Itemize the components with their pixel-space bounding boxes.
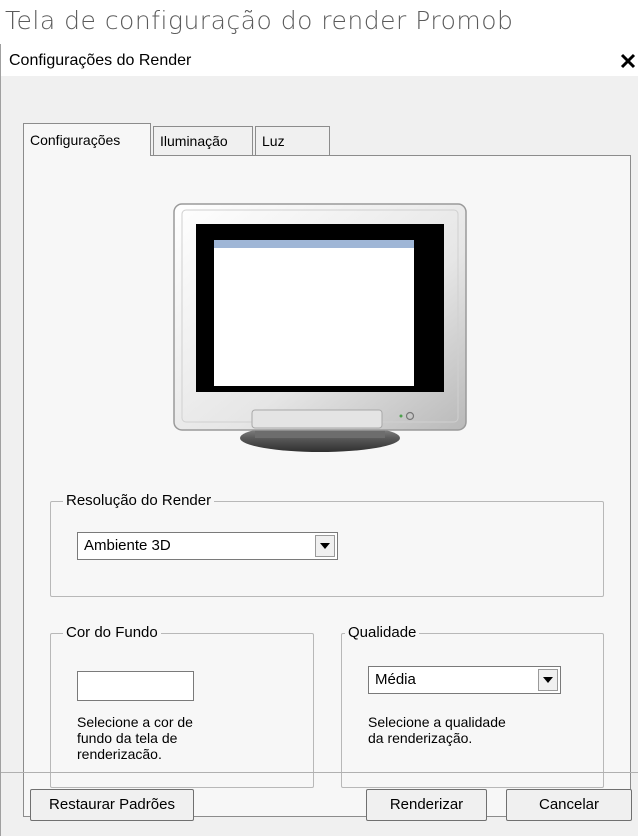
quality-group: Qualidade Média Selecione a qualidade da… [341, 624, 604, 788]
quality-dropdown-button[interactable] [538, 669, 558, 691]
chevron-down-icon [320, 543, 330, 549]
tab-configuracoes[interactable]: Configurações [23, 123, 151, 156]
background-color-legend: Cor do Fundo [63, 624, 161, 641]
resolution-group: Resolução do Render Ambiente 3D [50, 492, 604, 597]
render-button[interactable]: Renderizar [366, 789, 487, 821]
tab-iluminacao[interactable]: Iluminação [153, 126, 253, 155]
title-bar: Configurações do Render [1, 44, 638, 76]
resolution-select[interactable]: Ambiente 3D [77, 532, 338, 560]
background-color-swatch[interactable] [77, 671, 194, 701]
render-settings-dialog: Configurações do Render Configurações Il… [0, 44, 638, 836]
restore-defaults-button[interactable]: Restaurar Padrões [30, 789, 194, 821]
resolution-legend: Resolução do Render [63, 492, 215, 509]
cancel-button[interactable]: Cancelar [506, 789, 632, 821]
quality-legend: Qualidade [345, 624, 420, 641]
tab-label: Iluminação [160, 133, 228, 149]
close-button[interactable] [618, 48, 638, 72]
settings-panel: Resolução do Render Ambiente 3D Cor do F… [23, 155, 631, 817]
tab-luz[interactable]: Luz [255, 126, 330, 155]
page-caption: Tela de configuração do render Promob [5, 6, 514, 35]
tab-label: Luz [262, 133, 285, 149]
background-color-group: Cor do Fundo Selecione a cor de fundo da… [50, 624, 314, 788]
quality-selected-value: Média [375, 671, 416, 688]
close-icon [620, 53, 636, 69]
chevron-down-icon [543, 677, 553, 683]
footer-divider [1, 772, 638, 773]
crt-monitor-icon [173, 203, 467, 452]
background-color-help: Selecione a cor de fundo da tela de rend… [77, 714, 193, 762]
tab-label: Configurações [30, 132, 121, 148]
quality-select[interactable]: Média [368, 666, 561, 694]
quality-help: Selecione a qualidade da renderização. [368, 714, 506, 746]
window-title: Configurações do Render [9, 52, 192, 69]
resolution-selected-value: Ambiente 3D [84, 537, 171, 554]
resolution-dropdown-button[interactable] [315, 535, 335, 557]
